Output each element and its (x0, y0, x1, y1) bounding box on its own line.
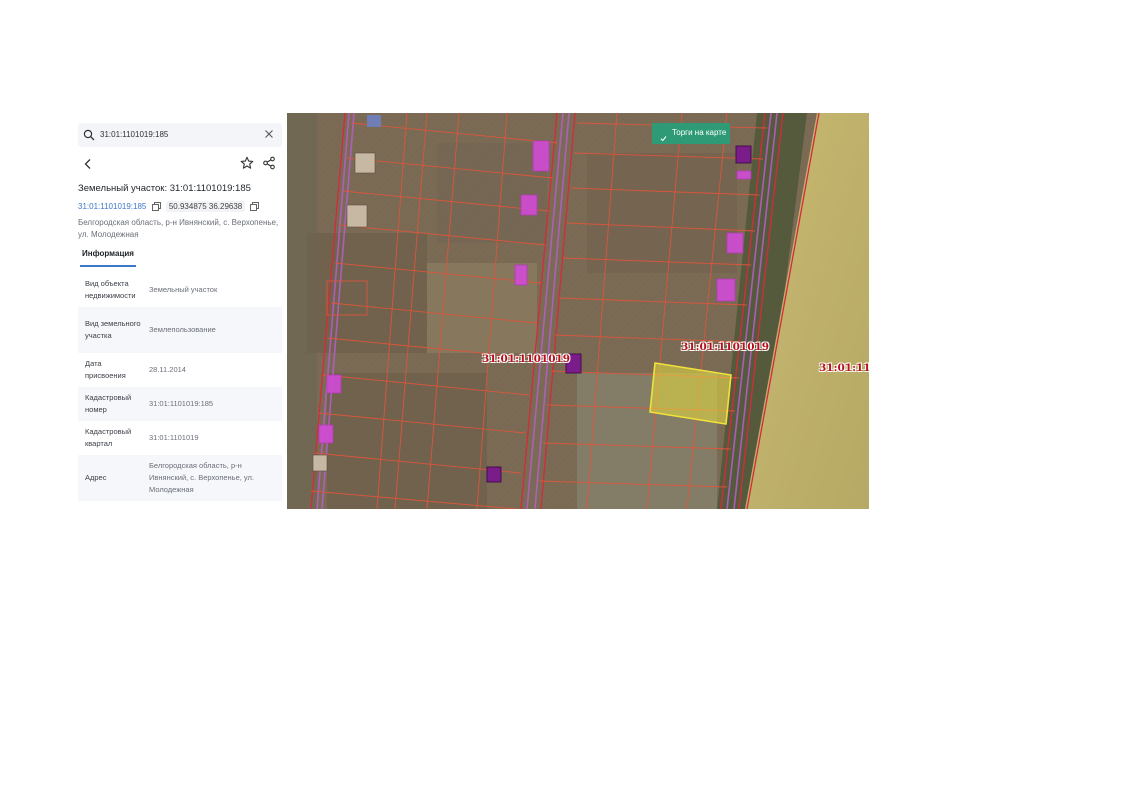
quarter-label: 31:01:1101019 (681, 341, 770, 353)
info-panel: 31:01:1101019:185 Земельный участок: 31:… (78, 123, 286, 509)
copy-icon[interactable] (250, 202, 260, 212)
property-key: Кадастровый номер (85, 393, 132, 414)
property-value: Землепользование (149, 325, 216, 334)
close-icon[interactable] (264, 129, 274, 139)
auction-badge[interactable]: Торги на карте (652, 123, 730, 144)
toolbar (78, 153, 282, 175)
quarter-label: 31:01:1101 (819, 362, 869, 374)
property-value: 31:01:1101019:185 (149, 399, 214, 408)
parcel-identifiers: 31:01:1101019:185 50.934875 36.29638 (78, 201, 262, 215)
search-icon (83, 129, 95, 141)
cadastral-number-link[interactable]: 31:01:1101019:185 (78, 202, 146, 211)
tab-bar: Информация (78, 247, 284, 267)
share-icon[interactable] (262, 156, 276, 170)
chevron-left-icon[interactable] (81, 157, 95, 171)
property-row: Вид объекта недвижимости Земельный участ… (78, 273, 282, 307)
property-row: Кадастровый номер 31:01:1101019:185 (78, 387, 282, 421)
quarter-label: 31:01:1101019 (482, 353, 571, 365)
property-key: Вид земельного участка (85, 319, 141, 340)
property-row: Адрес Белгородская область, р-н Ивнянски… (78, 455, 282, 501)
property-value: Белгородская область, р-н Ивнянский, с. … (149, 461, 254, 494)
property-key: Адрес (85, 473, 107, 482)
property-key: Кадастровый квартал (85, 427, 132, 448)
check-icon (660, 136, 667, 142)
search-input[interactable]: 31:01:1101019:185 (100, 130, 168, 139)
star-icon[interactable] (240, 156, 254, 170)
properties-table: Вид объекта недвижимости Земельный участ… (78, 273, 284, 501)
property-value: Земельный участок (149, 285, 218, 294)
tab-information[interactable]: Информация (80, 247, 136, 267)
property-key: Вид объекта недвижимости (85, 279, 136, 300)
satellite-map (287, 113, 869, 509)
copy-icon[interactable] (151, 202, 161, 212)
property-key: Дата присвоения (85, 359, 126, 380)
parcel-title: Земельный участок: 31:01:1101019:185 (78, 183, 251, 194)
property-value: 28.11.2014 (149, 365, 186, 374)
map-view[interactable]: Торги на карте 31:01:1101019 31:01:11010… (287, 113, 869, 509)
search-bar[interactable]: 31:01:1101019:185 (78, 123, 282, 147)
property-row: Вид земельного участка Землепользование (78, 307, 282, 353)
coordinates: 50.934875 36.29638 (165, 201, 246, 212)
auction-badge-label: Торги на карте (672, 128, 727, 137)
property-value: 31:01:1101019 (149, 433, 199, 442)
property-row: Кадастровый квартал 31:01:1101019 (78, 421, 282, 455)
parcel-address: Белгородская область, р-н Ивнянский, с. … (78, 218, 279, 239)
property-row: Дата присвоения 28.11.2014 (78, 353, 282, 387)
